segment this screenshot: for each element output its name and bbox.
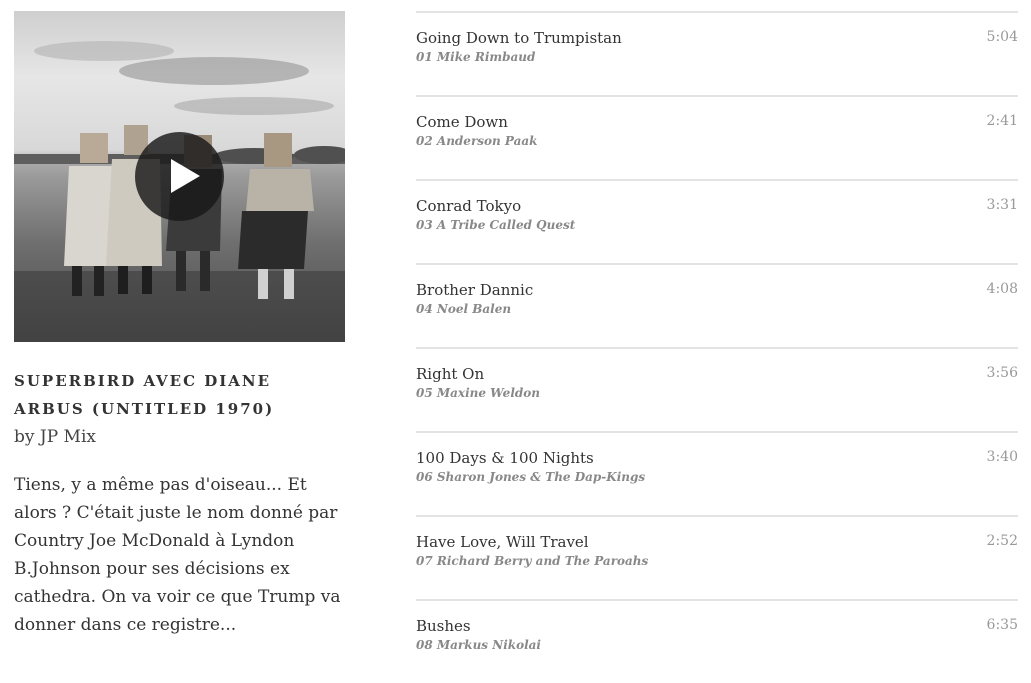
track-name: Conrad Tokyo [416, 197, 522, 215]
track-duration: 3:31 [986, 197, 1018, 213]
track-row[interactable]: Have Love, Will Travel 07 Richard Berry … [416, 515, 1018, 599]
track-artist: 06 Sharon Jones & The Dap-Kings [416, 470, 646, 484]
track-duration: 2:52 [986, 533, 1018, 549]
cover-image[interactable] [14, 11, 345, 342]
track-row[interactable]: Conrad Tokyo 03 A Tribe Called Quest 3:3… [416, 179, 1018, 263]
track-duration: 5:04 [986, 29, 1018, 45]
track-duration: 3:40 [986, 449, 1018, 465]
track-row[interactable]: Bushes 08 Markus Nikolai 6:35 [416, 599, 1018, 683]
track-row[interactable]: Come Down 02 Anderson Paak 2:41 [416, 95, 1018, 179]
track-name: Have Love, Will Travel [416, 533, 589, 551]
track-name: Come Down [416, 113, 508, 131]
track-artist: 04 Noel Balen [416, 302, 512, 316]
track-artist: 03 A Tribe Called Quest [416, 218, 576, 232]
track-list: Going Down to Trumpistan 01 Mike Rimbaud… [416, 11, 1018, 683]
track-duration: 4:08 [986, 281, 1018, 297]
track-row[interactable]: Right On 05 Maxine Weldon 3:56 [416, 347, 1018, 431]
track-name: 100 Days & 100 Nights [416, 449, 594, 467]
track-artist: 02 Anderson Paak [416, 134, 538, 148]
track-duration: 6:35 [986, 617, 1018, 633]
track-row[interactable]: Brother Dannic 04 Noel Balen 4:08 [416, 263, 1018, 347]
track-duration: 3:56 [986, 365, 1018, 381]
track-artist: 08 Markus Nikolai [416, 638, 541, 652]
mix-description: Tiens, y a même pas d'oiseau... Et alors… [14, 475, 341, 635]
track-name: Bushes [416, 617, 471, 635]
track-row[interactable]: Going Down to Trumpistan 01 Mike Rimbaud… [416, 11, 1018, 95]
track-artist: 01 Mike Rimbaud [416, 50, 536, 64]
mix-author: by JP Mix [14, 427, 96, 447]
mix-title: SUPERBIRD AVEC DIANE ARBUS (UNTITLED 197… [14, 372, 275, 418]
track-row[interactable]: 100 Days & 100 Nights 06 Sharon Jones & … [416, 431, 1018, 515]
play-button[interactable] [135, 132, 224, 221]
track-artist: 05 Maxine Weldon [416, 386, 540, 400]
track-name: Going Down to Trumpistan [416, 29, 622, 47]
track-duration: 2:41 [986, 113, 1018, 129]
track-name: Brother Dannic [416, 281, 534, 299]
track-name: Right On [416, 365, 485, 383]
track-artist: 07 Richard Berry and The Paroahs [416, 554, 649, 568]
play-icon [171, 159, 200, 193]
mix-info-panel: SUPERBIRD AVEC DIANE ARBUS (UNTITLED 197… [14, 11, 345, 639]
